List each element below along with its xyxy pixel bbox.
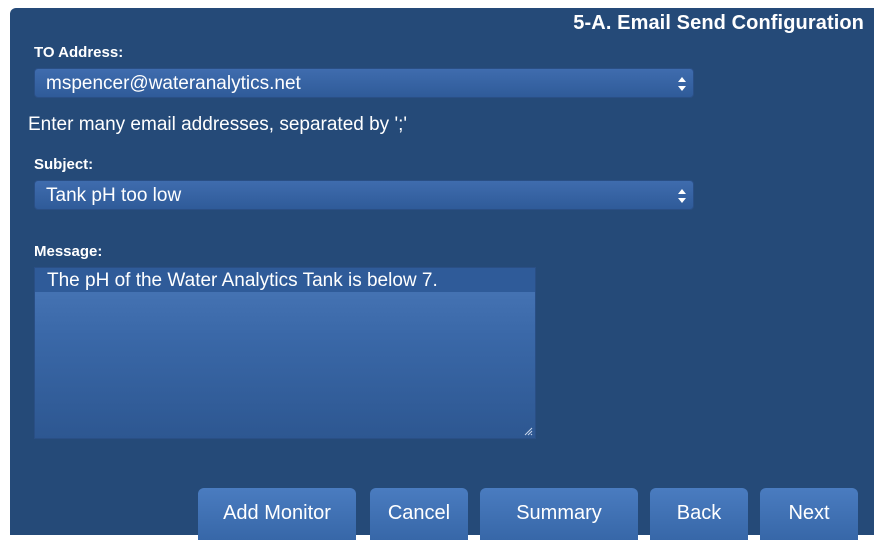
subject-select[interactable]: Tank pH too low [34, 180, 694, 210]
cancel-button[interactable]: Cancel [370, 488, 468, 540]
add-monitor-button[interactable]: Add Monitor [198, 488, 356, 540]
resize-grip-icon[interactable] [524, 427, 533, 436]
back-button[interactable]: Back [650, 488, 748, 540]
message-label: Message: [34, 243, 103, 260]
subject-value: Tank pH too low [46, 185, 182, 206]
to-address-value: mspencer@wateranalytics.net [46, 73, 301, 94]
subject-label: Subject: [34, 156, 94, 173]
next-button[interactable]: Next [760, 488, 858, 540]
message-text: The pH of the Water Analytics Tank is be… [35, 268, 535, 292]
page-title: 5-A. Email Send Configuration [573, 12, 864, 34]
message-textarea[interactable]: The pH of the Water Analytics Tank is be… [34, 267, 536, 439]
up-down-chevron-icon [678, 77, 686, 91]
summary-button[interactable]: Summary [480, 488, 638, 540]
to-address-select[interactable]: mspencer@wateranalytics.net [34, 68, 694, 98]
up-down-chevron-icon [678, 189, 686, 203]
email-config-panel: 5-A. Email Send Configuration TO Address… [10, 8, 874, 540]
to-address-label: TO Address: [34, 44, 124, 61]
to-address-hint: Enter many email addresses, separated by… [28, 114, 407, 135]
